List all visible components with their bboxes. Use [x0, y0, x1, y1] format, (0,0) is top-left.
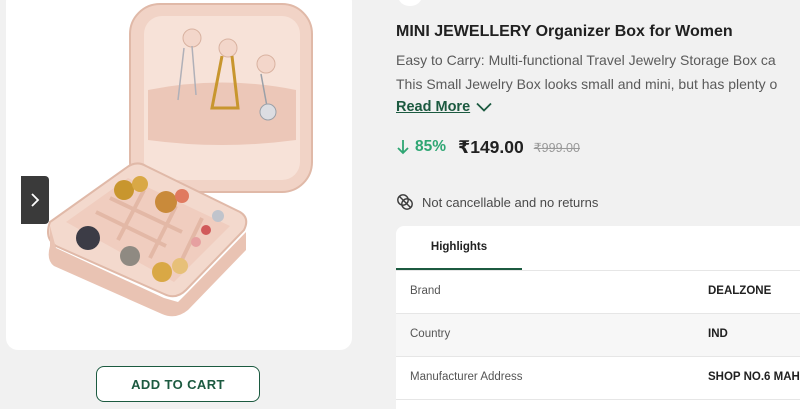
arrow-down-icon: [397, 140, 409, 155]
discount-percent: 85%: [415, 138, 447, 155]
share-circle[interactable]: [398, 0, 422, 6]
jewellery-box-image[interactable]: [6, 0, 352, 350]
no-return-icon: [397, 194, 413, 210]
highlights-panel: Highlights Brand DEALZONE Country IND Ma…: [396, 226, 800, 409]
discount-badge: 85%: [397, 138, 446, 156]
tab-highlights[interactable]: Highlights: [396, 226, 522, 270]
highlight-row: Country IND: [396, 314, 800, 357]
policy-text: Not cancellable and no returns: [422, 194, 599, 210]
description-line: This Small Jewelry Box looks small and m…: [396, 76, 778, 92]
highlight-value: SHOP NO.6 MAHAV: [708, 371, 800, 383]
product-title: MINI JEWELLERY Organizer Box for Women: [396, 23, 733, 40]
description-line: Easy to Carry: Multi-functional Travel J…: [396, 52, 776, 68]
product-description: Easy to Carry: Multi-functional Travel J…: [396, 48, 800, 96]
highlight-value: IND: [708, 328, 728, 340]
highlight-row: Manufacturer Address SHOP NO.6 MAHAV: [396, 357, 800, 400]
highlight-row: Brand DEALZONE: [396, 271, 800, 314]
mrp-price: ₹999.00: [533, 140, 580, 155]
carousel-prev-button[interactable]: [21, 176, 49, 224]
policy-info: Not cancellable and no returns: [396, 193, 598, 211]
highlights-tab-bar: Highlights: [396, 226, 800, 271]
add-to-cart-button[interactable]: ADD TO CART: [96, 366, 260, 402]
read-more-link[interactable]: Read More: [396, 99, 492, 115]
highlight-key: Brand: [410, 285, 441, 297]
highlight-key: Manufacturer Address: [410, 371, 523, 383]
highlight-key: Country: [410, 328, 451, 340]
selling-price: ₹149.00: [458, 136, 524, 157]
product-image-card: [6, 0, 352, 350]
price-row: 85% ₹149.00 ₹999.00: [397, 136, 580, 158]
read-more-label: Read More: [396, 99, 471, 115]
highlight-value: DEALZONE: [708, 285, 772, 297]
chevron-right-icon: [31, 193, 40, 207]
chevron-down-icon: [476, 102, 492, 112]
